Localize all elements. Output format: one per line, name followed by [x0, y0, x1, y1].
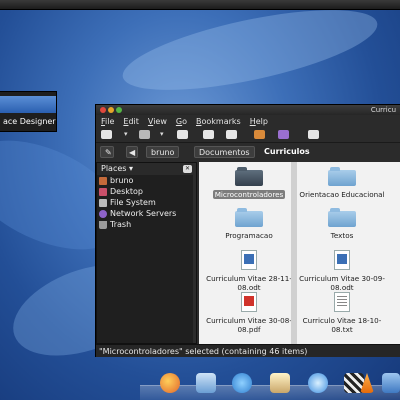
file-item-folder[interactable]: Programacao: [204, 208, 294, 240]
file-item-folder[interactable]: Textos: [297, 208, 387, 240]
sidebar: Places ▾ ✕ bruno Desktop File System Net…: [96, 162, 197, 344]
sidebar-item-label: Network Servers: [110, 209, 177, 218]
sidebar-item-label: bruno: [110, 176, 134, 185]
minimize-button[interactable]: [108, 107, 114, 113]
file-item-document[interactable]: Curriculum Vitae 30-09-08.odt: [297, 250, 387, 292]
sidebar-item-label: Trash: [110, 220, 132, 229]
file-name: Curriculum Vitae 30-08-08.pdf: [206, 316, 292, 334]
location-bar: ✎ ◀ bruno Documentos Curriculos: [96, 142, 400, 160]
close-button[interactable]: [100, 107, 106, 113]
computer-button[interactable]: [278, 130, 289, 139]
folder-icon: [235, 208, 263, 227]
sidebar-item-label: File System: [110, 198, 156, 207]
breadcrumb-current[interactable]: Curriculos: [260, 146, 314, 158]
file-item-document[interactable]: Curriculo Vitae 18-10-08.txt: [297, 292, 387, 334]
mail-icon[interactable]: [196, 373, 216, 393]
top-panel: [0, 0, 400, 10]
sidebar-item-label: Desktop: [110, 187, 143, 196]
menu-bookmarks[interactable]: Bookmarks: [196, 117, 241, 126]
reload-button[interactable]: [226, 130, 237, 139]
forward-button[interactable]: [139, 130, 150, 139]
popup-menu: ace Designer: [0, 91, 57, 132]
file-view: Microcontroladores Orientacao Educaciona…: [199, 162, 400, 344]
music-icon[interactable]: [308, 373, 328, 393]
pdf-document-icon: [241, 292, 257, 312]
back-button[interactable]: [101, 130, 112, 139]
drive-icon: [99, 198, 107, 207]
file-item-folder[interactable]: Orientacao Educacional: [297, 167, 387, 199]
sidebar-header[interactable]: Places ▾ ✕: [97, 163, 196, 175]
toolbar: ▾ ▾: [96, 127, 400, 142]
home-icon: [99, 176, 107, 185]
places-dropdown[interactable]: Places ▾: [101, 164, 133, 173]
folder-icon: [328, 167, 356, 186]
file-manager-window: Curricu File Edit View Go Bookmarks Help…: [95, 104, 400, 357]
stop-button[interactable]: [203, 130, 214, 139]
search-button[interactable]: [308, 130, 319, 139]
menu-bar: File Edit View Go Bookmarks Help: [96, 115, 400, 127]
file-item-folder[interactable]: Microcontroladores: [204, 167, 294, 199]
breadcrumb-documentos[interactable]: Documentos: [194, 146, 255, 158]
thunderbird-icon[interactable]: [160, 373, 180, 393]
breadcrumb-home[interactable]: bruno: [146, 146, 180, 158]
trash-icon: [99, 220, 107, 229]
file-name: Curriculum Vitae 28-11-08.odt: [206, 274, 292, 292]
sidebar-scrollbar[interactable]: [193, 163, 196, 343]
odt-document-icon: [241, 250, 257, 270]
folder-icon: [328, 208, 356, 227]
menu-help[interactable]: Help: [250, 117, 268, 126]
file-name: Microcontroladores: [212, 190, 286, 199]
file-name: Orientacao Educacional: [299, 190, 385, 199]
menu-view[interactable]: View: [148, 117, 167, 126]
text-document-icon: [334, 292, 350, 312]
sidebar-item-trash[interactable]: Trash: [97, 219, 196, 230]
file-item-document[interactable]: Curriculum Vitae 28-11-08.odt: [204, 250, 294, 292]
folder-icon: [235, 167, 263, 186]
sidebar-item-file-system[interactable]: File System: [97, 197, 196, 208]
file-item-document[interactable]: Curriculum Vitae 30-08-08.pdf: [204, 292, 294, 334]
home-button[interactable]: [254, 130, 265, 139]
title-bar[interactable]: Curricu: [96, 105, 400, 115]
close-sidebar-icon[interactable]: ✕: [183, 165, 192, 173]
sidebar-item-desktop[interactable]: Desktop: [97, 186, 196, 197]
popup-menu-item-interface-designer[interactable]: ace Designer: [0, 113, 56, 130]
file-name: Textos: [330, 231, 354, 240]
sidebar-item-network-servers[interactable]: Network Servers: [97, 208, 196, 219]
breadcrumb-back-arrow-icon[interactable]: ◀: [126, 146, 138, 158]
menu-file[interactable]: File: [101, 117, 114, 126]
clapper-icon[interactable]: [344, 373, 364, 393]
window-title: Curricu: [370, 106, 396, 114]
up-button[interactable]: [177, 130, 188, 139]
file-name: Curriculum Vitae 30-09-08.odt: [299, 274, 385, 292]
finder-icon[interactable]: [382, 373, 400, 393]
network-icon: [99, 209, 107, 218]
forward-history-arrow-icon[interactable]: ▾: [160, 130, 164, 139]
popup-menu-item-highlighted[interactable]: [0, 96, 56, 113]
toggle-location-button[interactable]: ✎: [100, 146, 114, 158]
maximize-button[interactable]: [116, 107, 122, 113]
menu-edit[interactable]: Edit: [123, 117, 139, 126]
chat-icon[interactable]: [232, 373, 252, 393]
menu-go[interactable]: Go: [176, 117, 187, 126]
weather-icon[interactable]: [270, 373, 290, 393]
sidebar-splitter[interactable]: [291, 162, 297, 344]
file-name: Curriculo Vitae 18-10-08.txt: [302, 316, 382, 334]
desktop-icon: [99, 187, 107, 196]
file-name: Programacao: [225, 231, 273, 240]
back-history-arrow-icon[interactable]: ▾: [124, 130, 128, 139]
sidebar-item-bruno[interactable]: bruno: [97, 175, 196, 186]
status-bar: "Microcontroladores" selected (containin…: [96, 344, 400, 357]
odt-document-icon: [334, 250, 350, 270]
